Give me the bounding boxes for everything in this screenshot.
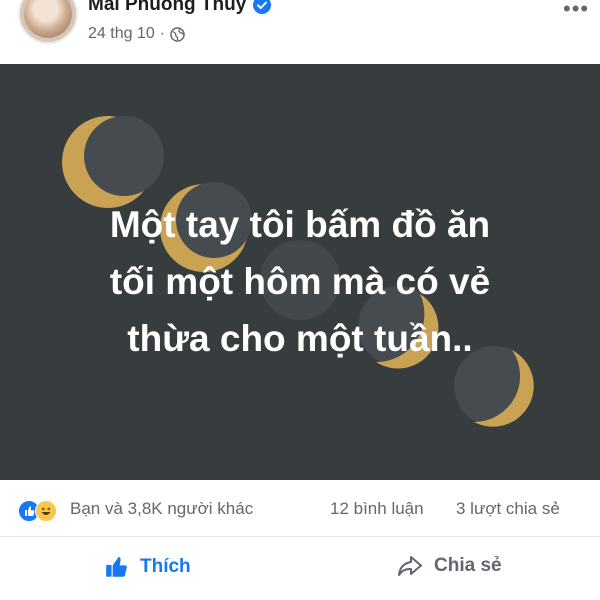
- share-button[interactable]: Chia sẻ: [396, 554, 502, 578]
- post-text: Một tay tôi bấm đồ ăn tối một hôm mà có …: [40, 196, 560, 367]
- moon-1: [62, 116, 164, 208]
- verified-badge-icon: [253, 0, 272, 14]
- author-name[interactable]: Mai Phuong Thuy: [88, 0, 246, 16]
- comment-count[interactable]: 12 bình luận: [330, 499, 424, 519]
- post-date[interactable]: 24 thg 10: [88, 25, 155, 43]
- share-button-label: Chia sẻ: [434, 555, 502, 576]
- meta-separator: ·: [159, 25, 166, 42]
- post-stats: Bạn và 3,8K người khác 12 bình luận 3 lư…: [0, 486, 600, 534]
- post-text-line: tối một hôm mà có vẻ: [109, 261, 491, 302]
- post-image[interactable]: Một tay tôi bấm đồ ăn tối một hôm mà có …: [0, 64, 600, 480]
- post-text-line: Một tay tôi bấm đồ ăn: [109, 204, 491, 245]
- share-count[interactable]: 3 lượt chia sẻ: [456, 499, 560, 519]
- thumbs-up-icon: [106, 556, 127, 577]
- globe-icon: [170, 26, 185, 42]
- avatar-photo: [24, 0, 72, 38]
- more-options-icon[interactable]: •••: [563, 0, 589, 22]
- post-actions: Thích Chia sẻ: [0, 537, 600, 600]
- author-avatar[interactable]: [18, 0, 78, 44]
- post-header: Mai Phuong Thuy 24 thg 10 · •••: [0, 0, 600, 64]
- like-button-label: Thích: [140, 556, 191, 577]
- share-arrow-icon: [398, 556, 422, 576]
- reaction-summary[interactable]: Bạn và 3,8K người khác: [70, 499, 253, 519]
- post-meta: 24 thg 10 ·: [88, 25, 185, 43]
- author-name-row: Mai Phuong Thuy: [88, 0, 272, 16]
- haha-reaction-icon: [35, 500, 57, 522]
- post-text-line: thừa cho một tuần..: [127, 318, 473, 359]
- like-button[interactable]: Thích: [104, 554, 191, 580]
- reaction-icons[interactable]: [18, 500, 68, 522]
